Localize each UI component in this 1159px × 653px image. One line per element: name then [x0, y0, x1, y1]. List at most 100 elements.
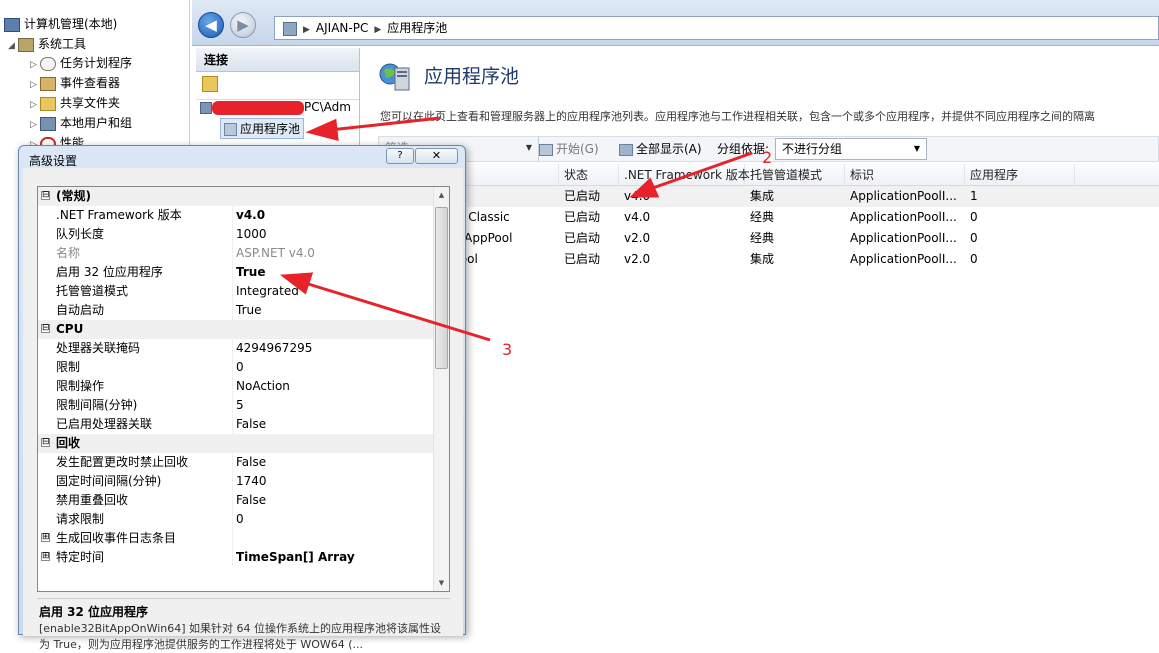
property-row[interactable]: 限制 0 [38, 358, 434, 377]
tree-item-event-viewer[interactable]: ▷ 事件查看器 [30, 73, 120, 93]
property-row[interactable]: ⊞ 生成回收事件日志条目 [38, 529, 434, 548]
users-icon [40, 116, 56, 131]
property-row[interactable]: 限制间隔(分钟) 5 [38, 396, 434, 415]
property-value[interactable]: 1740 [236, 472, 267, 491]
expand-icon[interactable]: ⊞ [41, 552, 50, 561]
property-row[interactable]: 请求限制 0 [38, 510, 434, 529]
tree-item-local-users-groups[interactable]: ▷ 本地用户和组 [30, 113, 132, 133]
connections-header: 连接 [196, 48, 359, 72]
property-row[interactable]: 固定时间间隔(分钟) 1740 [38, 472, 434, 491]
group-by-select[interactable]: 不进行分组 ▼ [775, 138, 927, 160]
tree-item-shared-folders[interactable]: ▷ 共享文件夹 [30, 93, 120, 113]
scroll-down-icon[interactable]: ▼ [434, 575, 449, 591]
scroll-up-icon[interactable]: ▲ [434, 187, 449, 203]
column-header-applications[interactable]: 应用程序 [965, 164, 1075, 186]
dropdown-arrow-icon[interactable]: ▼ [526, 137, 532, 159]
table-row[interactable]: .0 Classic 已启动 v4.0 经典 ApplicationPoolI.… [378, 207, 1159, 228]
property-row[interactable]: 禁用重叠回收 False [38, 491, 434, 510]
start-icon [539, 143, 553, 156]
show-all-button[interactable]: 全部显示(A) [619, 137, 702, 161]
collapsed-arrow-icon[interactable]: ▷ [30, 95, 40, 115]
close-button[interactable]: ✕ [415, 148, 458, 164]
property-category[interactable]: ⊟ CPU [38, 320, 434, 339]
shared-folder-icon [40, 96, 56, 111]
property-row[interactable]: 启用 32 位应用程序 True [38, 263, 434, 282]
property-row[interactable]: 名称 ASP.NET v4.0 [38, 244, 434, 263]
property-label: 固定时间间隔(分钟) [56, 474, 162, 488]
property-value[interactable]: 4294967295 [236, 339, 312, 358]
property-value[interactable]: False [236, 491, 266, 510]
property-value[interactable]: 0 [236, 510, 244, 529]
column-divider [232, 377, 233, 396]
property-label: 限制 [56, 360, 81, 374]
breadcrumb-host[interactable]: AJIAN-PC [316, 21, 368, 35]
help-button[interactable]: ? [386, 148, 414, 164]
property-value[interactable]: False [236, 453, 266, 472]
property-row[interactable]: 发生配置更改时禁止回收 False [38, 453, 434, 472]
start-filter-button[interactable]: 开始(G) [539, 137, 599, 161]
property-value[interactable]: 0 [236, 358, 244, 377]
property-row[interactable]: 队列长度 1000 [38, 225, 434, 244]
forward-button[interactable]: ▶ [230, 12, 256, 38]
collapsed-arrow-icon[interactable]: ▷ [30, 55, 40, 75]
breadcrumb-separator-icon: ▶ [303, 25, 310, 35]
property-value[interactable]: False [236, 415, 266, 434]
address-bar[interactable]: ▶ AJIAN-PC ▶ 应用程序池 [274, 16, 1159, 40]
page-description: 您可以在此页上查看和管理服务器上的应用程序池列表。应用程序池与工作进程相关联，包… [380, 110, 1095, 123]
column-divider [232, 301, 233, 320]
property-value[interactable]: v4.0 [236, 206, 265, 225]
expand-icon[interactable]: ⊞ [41, 533, 50, 542]
property-category[interactable]: ⊟ (常规) [38, 187, 434, 206]
column-divider [232, 453, 233, 472]
property-row[interactable]: 限制操作 NoAction [38, 377, 434, 396]
expanded-arrow-icon[interactable]: ◢ [8, 36, 18, 56]
property-value[interactable]: True [236, 301, 262, 320]
property-value[interactable]: ASP.NET v4.0 [236, 244, 315, 263]
column-header-status[interactable]: 状态 [559, 164, 619, 186]
property-value[interactable]: TimeSpan[] Array [236, 548, 355, 567]
back-arrow-icon: ◀ [205, 16, 217, 34]
property-value[interactable]: True [236, 263, 265, 282]
property-label: 生成回收事件日志条目 [56, 531, 177, 545]
back-button[interactable]: ◀ [198, 12, 224, 38]
collapsed-arrow-icon[interactable]: ▷ [30, 75, 40, 95]
tree-item-task-scheduler[interactable]: ▷ 任务计划程序 [30, 53, 132, 73]
tree-item-computer-management[interactable]: 计算机管理(本地) [4, 14, 117, 34]
property-label: CPU [56, 322, 84, 336]
property-row[interactable]: 自动启动 True [38, 301, 434, 320]
property-value[interactable]: NoAction [236, 377, 290, 396]
connect-icon[interactable] [202, 76, 218, 92]
table-row[interactable]: T AppPool 已启动 v2.0 经典 ApplicationPoolI..… [378, 228, 1159, 249]
column-header-pipeline[interactable]: 托管管道模式 [745, 164, 845, 186]
grid-scrollbar[interactable]: ▲ ▼ [433, 187, 449, 591]
tree-item-system-tools[interactable]: ◢ 系统工具 [8, 34, 86, 54]
advanced-settings-dialog: 高级设置 ? ✕ ⊟ (常规) .NET Framework 版本 v4.0 队列长度 1… [18, 145, 466, 651]
property-value[interactable]: 1000 [236, 225, 267, 244]
table-row[interactable]: Pool 已启动 v2.0 集成 ApplicationPoolI... 0 [378, 249, 1159, 270]
collapse-icon[interactable]: ⊟ [41, 438, 50, 447]
property-row[interactable]: 处理器关联掩码 4294967295 [38, 339, 434, 358]
property-value[interactable]: Integrated [236, 282, 299, 301]
group-by-label: 分组依据: [717, 142, 770, 156]
connections-app-pools-node[interactable]: 应用程序池 [220, 118, 305, 139]
scroll-thumb[interactable] [435, 207, 448, 369]
property-row[interactable]: 托管管道模式 Integrated [38, 282, 434, 301]
breadcrumb-separator-icon: ▶ [374, 25, 382, 35]
property-row[interactable]: ⊞ 特定时间 TimeSpan[] Array [38, 548, 434, 567]
collapse-icon[interactable]: ⊟ [41, 324, 50, 333]
breadcrumb-page[interactable]: 应用程序池 [387, 21, 447, 35]
collapsed-arrow-icon[interactable]: ▷ [30, 115, 40, 135]
connections-server-node[interactable]: PC\Adm [200, 100, 351, 115]
property-value[interactable]: 5 [236, 396, 244, 415]
property-label: 自动启动 [56, 303, 105, 317]
property-row[interactable]: .NET Framework 版本 v4.0 [38, 206, 434, 225]
column-header-identity[interactable]: 标识 [845, 164, 965, 186]
property-label: 限制操作 [56, 379, 105, 393]
property-label: 禁用重叠回收 [56, 493, 129, 507]
property-category[interactable]: ⊟ 回收 [38, 434, 434, 453]
collapse-icon[interactable]: ⊟ [41, 191, 50, 200]
column-header-framework[interactable]: .NET Framework 版本 [619, 164, 750, 186]
table-row[interactable]: .0 已启动 v4.0 集成 ApplicationPoolI... 1 [378, 186, 1159, 207]
main-content: 应用程序池 您可以在此页上查看和管理服务器上的应用程序池列表。应用程序池与工作进… [362, 48, 1159, 635]
property-row[interactable]: 已启用处理器关联 False [38, 415, 434, 434]
